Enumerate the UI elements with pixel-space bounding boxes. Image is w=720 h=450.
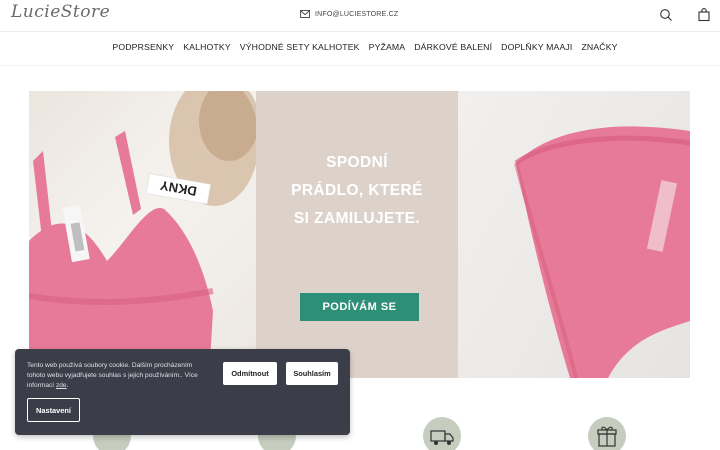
gift-icon [588,417,626,450]
nav-item-vyhodne-sety[interactable]: VÝHODNÉ SETY KALHOTEK [240,42,360,52]
cookie-text: Tento web používá soubory cookie. Dalším… [27,361,205,391]
delivery-van-icon [423,417,461,450]
header-email[interactable]: INFO@LUCIESTORE.CZ [300,10,398,18]
cookie-text-end: . [66,382,69,389]
hero-title: SPODNÍ PRÁDLO, KTERÉ SI ZAMILUJETE. [256,149,458,233]
nav-divider [0,65,720,66]
van-glyph [430,430,454,445]
nav-list: PODPRSENKY KALHOTKY VÝHODNÉ SETY KALHOTE… [102,42,617,52]
panties-photo [514,126,690,378]
nav-item-doplnky-maaji[interactable]: DOPLŇKY MAAJI [501,42,572,52]
hero-text-panel: SPODNÍ PRÁDLO, KTERÉ SI ZAMILUJETE. PODÍ… [256,91,458,378]
cookie-message: Tento web používá soubory cookie. Dalším… [27,362,198,389]
bra-photo: DKNY [29,91,259,378]
cookie-decline-button[interactable]: Odmítnout [223,362,277,385]
header-divider [0,31,720,32]
cookie-banner: Tento web používá soubory cookie. Dalším… [15,349,350,435]
hero-image-bra: DKNY [29,91,259,378]
email-link[interactable]: INFO@LUCIESTORE.CZ [315,11,398,18]
header-top: LucieStore INFO@LUCIESTORE.CZ [0,0,720,31]
main-nav: PODPRSENKY KALHOTKY VÝHODNÉ SETY KALHOTE… [0,42,720,52]
cookie-settings-button[interactable]: Nastavení [27,398,80,422]
store-logo[interactable]: LucieStore [11,2,110,22]
hero-banner: DKNY SPODNÍ PRÁDLO, KTERÉ SI ZAMILUJETE.… [29,91,690,378]
hero-title-line: SI ZAMILUJETE. [293,210,421,227]
hero-title-line: SPODNÍ [326,154,388,171]
search-icon[interactable] [659,8,673,22]
nav-item-znacky[interactable]: ZNAČKY [581,42,617,52]
hero-image-panties [458,91,690,378]
hero-cta-button[interactable]: PODÍVÁM SE [300,293,419,321]
mail-icon [300,10,310,18]
cookie-accept-button[interactable]: Souhlasím [286,362,338,385]
nav-item-pyzama[interactable]: PYŽAMA [369,42,406,52]
cookie-more-info-link[interactable]: zde [56,382,67,389]
nav-item-podprsenky[interactable]: PODPRSENKY [112,42,174,52]
shopping-bag-icon[interactable] [697,8,711,22]
nav-item-darkove-baleni[interactable]: DÁRKOVÉ BALENÍ [414,42,492,52]
hero-title-line: PRÁDLO, KTERÉ [291,182,423,199]
gift-glyph [597,426,617,447]
nav-item-kalhotky[interactable]: KALHOTKY [183,42,231,52]
